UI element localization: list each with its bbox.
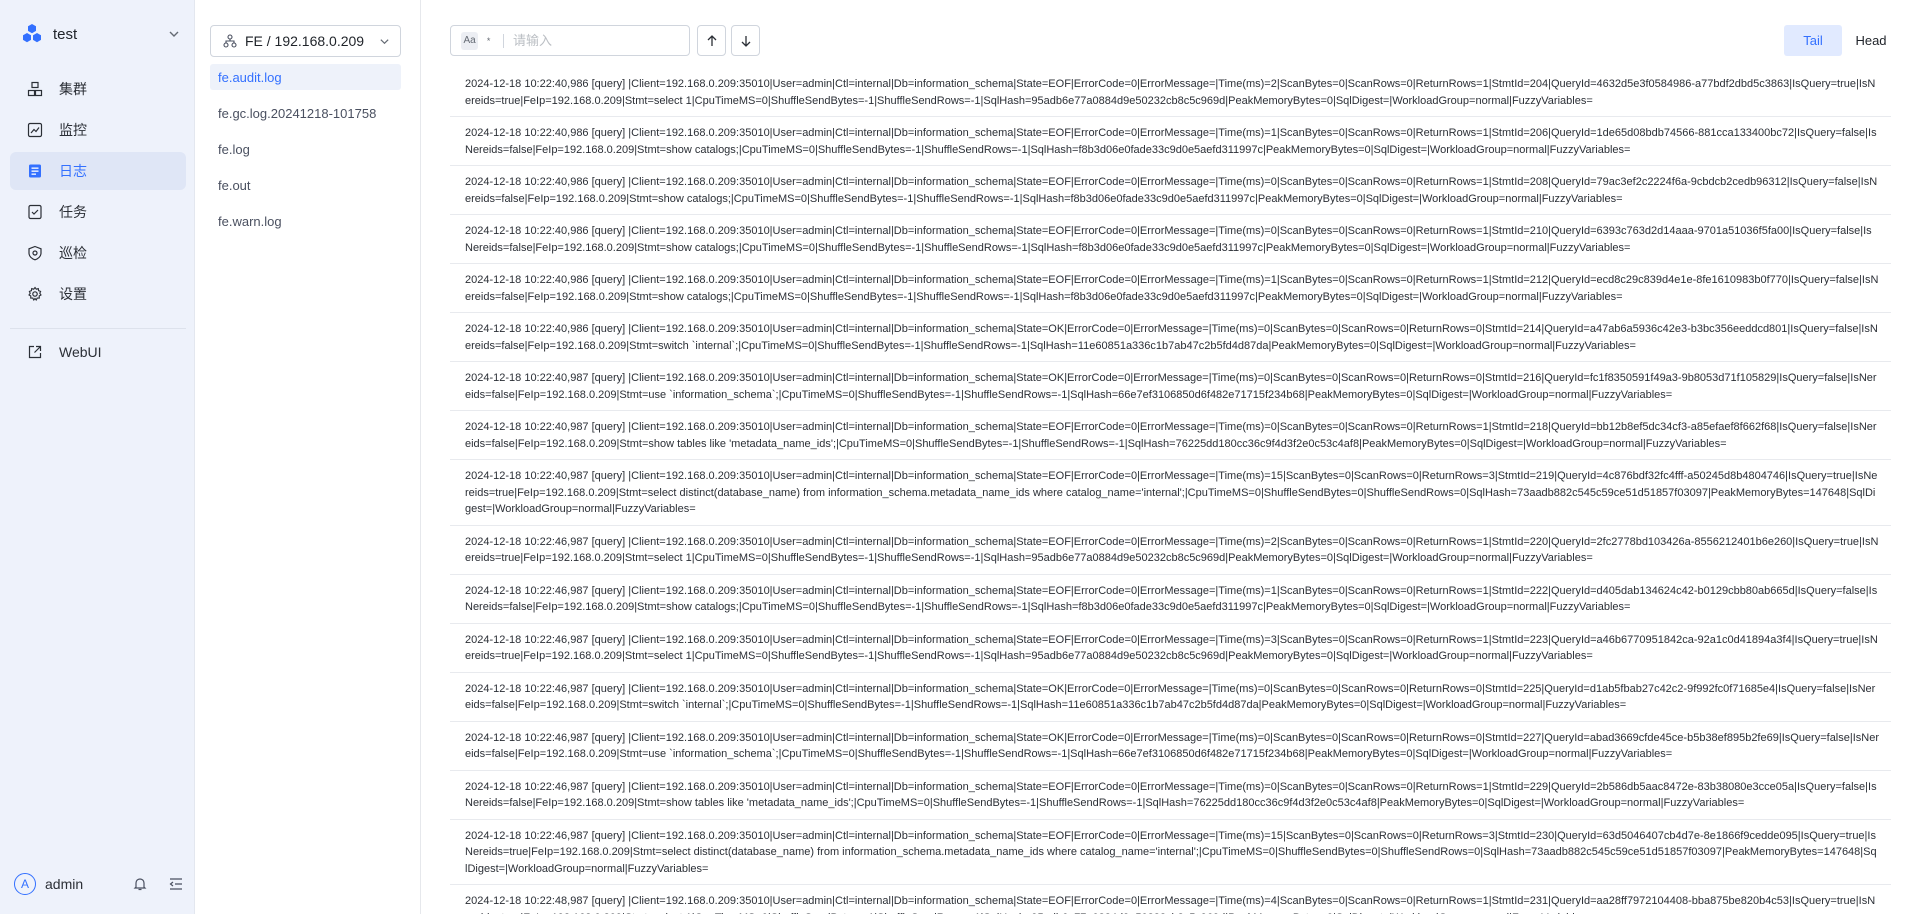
user-name[interactable]: admin xyxy=(45,876,112,892)
log-entry: 2024-12-18 10:22:40,986 [query] |Client=… xyxy=(450,264,1891,313)
log-entry: 2024-12-18 10:22:48,987 [query] |Client=… xyxy=(450,885,1891,914)
log-entry: 2024-12-18 10:22:40,987 [query] |Client=… xyxy=(450,460,1891,526)
log-entry: 2024-12-18 10:22:46,987 [query] |Client=… xyxy=(450,673,1891,722)
external-link-icon xyxy=(28,345,42,359)
next-match-button[interactable] xyxy=(731,25,760,56)
log-entry: 2024-12-18 10:22:46,987 [query] |Client=… xyxy=(450,526,1891,575)
search-box: Aa * xyxy=(450,25,690,56)
search-divider xyxy=(503,33,504,48)
log-entry: 2024-12-18 10:22:40,986 [query] |Client=… xyxy=(450,68,1891,117)
bell-icon[interactable] xyxy=(132,876,148,892)
webui-link[interactable]: WebUI xyxy=(10,333,186,371)
arrow-up-icon xyxy=(707,34,716,46)
match-case-toggle[interactable]: Aa xyxy=(461,31,479,50)
log-entry: 2024-12-18 10:22:40,987 [query] |Client=… xyxy=(450,362,1891,411)
file-item-audit-log[interactable]: fe.audit.log xyxy=(210,64,401,90)
chevron-down-icon xyxy=(380,38,389,44)
arrow-down-icon xyxy=(741,35,750,47)
sidebar-item-label: 设置 xyxy=(59,286,87,302)
log-entry: 2024-12-18 10:22:46,987 [query] |Client=… xyxy=(450,771,1891,820)
sidebar-item-cluster[interactable]: 集群 xyxy=(10,70,186,108)
webui-label: WebUI xyxy=(59,344,102,360)
file-item-warn-log[interactable]: fe.warn.log xyxy=(210,208,401,234)
sidebar-item-tasks[interactable]: 任务 xyxy=(10,193,186,231)
cubes-logo-icon xyxy=(23,24,41,43)
log-entry: 2024-12-18 10:22:40,986 [query] |Client=… xyxy=(450,215,1891,264)
sidebar-item-label: 集群 xyxy=(59,81,87,97)
sidebar-item-inspection[interactable]: 巡检 xyxy=(10,234,186,272)
sidebar-item-label: 任务 xyxy=(59,204,87,220)
webui-link-wrap: WebUI xyxy=(10,333,186,374)
main-nav: 集群 监控 日志 任务 巡检 设置 xyxy=(10,70,186,316)
file-list: fe.audit.log fe.gc.log.20241218-101758 f… xyxy=(210,64,401,244)
sidebar-item-label: 巡检 xyxy=(59,245,87,261)
sidebar-item-monitor[interactable]: 监控 xyxy=(10,111,186,149)
cluster-switcher[interactable]: test xyxy=(20,22,180,46)
file-item-gc-log[interactable]: fe.gc.log.20241218-101758 xyxy=(210,100,401,126)
log-viewer: Aa * Tail Head 2024-12-18 10:22:40,986 [… xyxy=(422,0,1921,914)
log-entry: 2024-12-18 10:22:46,987 [query] |Client=… xyxy=(450,722,1891,771)
node-selector-value: FE / 192.168.0.209 xyxy=(245,33,365,49)
file-item-fe-log[interactable]: fe.log xyxy=(210,136,401,162)
log-list[interactable]: 2024-12-18 10:22:40,986 [query] |Client=… xyxy=(450,68,1891,914)
collapse-menu-icon[interactable] xyxy=(168,876,184,892)
log-entry: 2024-12-18 10:22:46,987 [query] |Client=… xyxy=(450,820,1891,885)
log-entry: 2024-12-18 10:22:40,986 [query] |Client=… xyxy=(450,117,1891,166)
gear-icon xyxy=(28,286,42,301)
log-entry: 2024-12-18 10:22:40,986 [query] |Client=… xyxy=(450,166,1891,215)
chevron-down-icon xyxy=(169,31,179,37)
sidebar-item-settings[interactable]: 设置 xyxy=(10,275,186,313)
cluster-name: test xyxy=(53,25,78,43)
tail-button[interactable]: Tail xyxy=(1784,25,1842,56)
node-selector[interactable]: FE / 192.168.0.209 xyxy=(210,25,401,57)
previous-match-button[interactable] xyxy=(697,25,726,56)
sidebar-item-label: 日志 xyxy=(59,163,87,179)
log-entry: 2024-12-18 10:22:40,987 [query] |Client=… xyxy=(450,411,1891,460)
file-item-fe-out[interactable]: fe.out xyxy=(210,172,401,198)
search-input[interactable] xyxy=(513,33,689,48)
cluster-icon xyxy=(27,81,43,97)
log-file-panel: FE / 192.168.0.209 fe.audit.log fe.gc.lo… xyxy=(196,0,421,914)
log-document-icon xyxy=(29,164,41,178)
log-entry: 2024-12-18 10:22:46,987 [query] |Client=… xyxy=(450,624,1891,673)
avatar[interactable]: A xyxy=(14,873,36,895)
sidebar-item-label: 监控 xyxy=(59,122,87,138)
monitor-chart-icon xyxy=(27,122,43,138)
user-bar: A admin xyxy=(14,873,184,895)
node-tree-icon xyxy=(223,34,237,48)
tail-head-toggle: Tail Head xyxy=(1784,25,1900,56)
regex-toggle[interactable]: * xyxy=(480,32,497,50)
nav-divider xyxy=(10,328,186,329)
inspection-shield-icon xyxy=(28,245,42,261)
log-entry: 2024-12-18 10:22:40,986 [query] |Client=… xyxy=(450,313,1891,362)
head-button[interactable]: Head xyxy=(1842,25,1900,56)
sidebar-item-logs[interactable]: 日志 xyxy=(10,152,186,190)
sidebar-nav: test 集群 监控 日志 任务 巡检 设置 WebUI A admin xyxy=(0,0,195,914)
log-entry: 2024-12-18 10:22:46,987 [query] |Client=… xyxy=(450,575,1891,624)
task-icon xyxy=(28,204,42,220)
